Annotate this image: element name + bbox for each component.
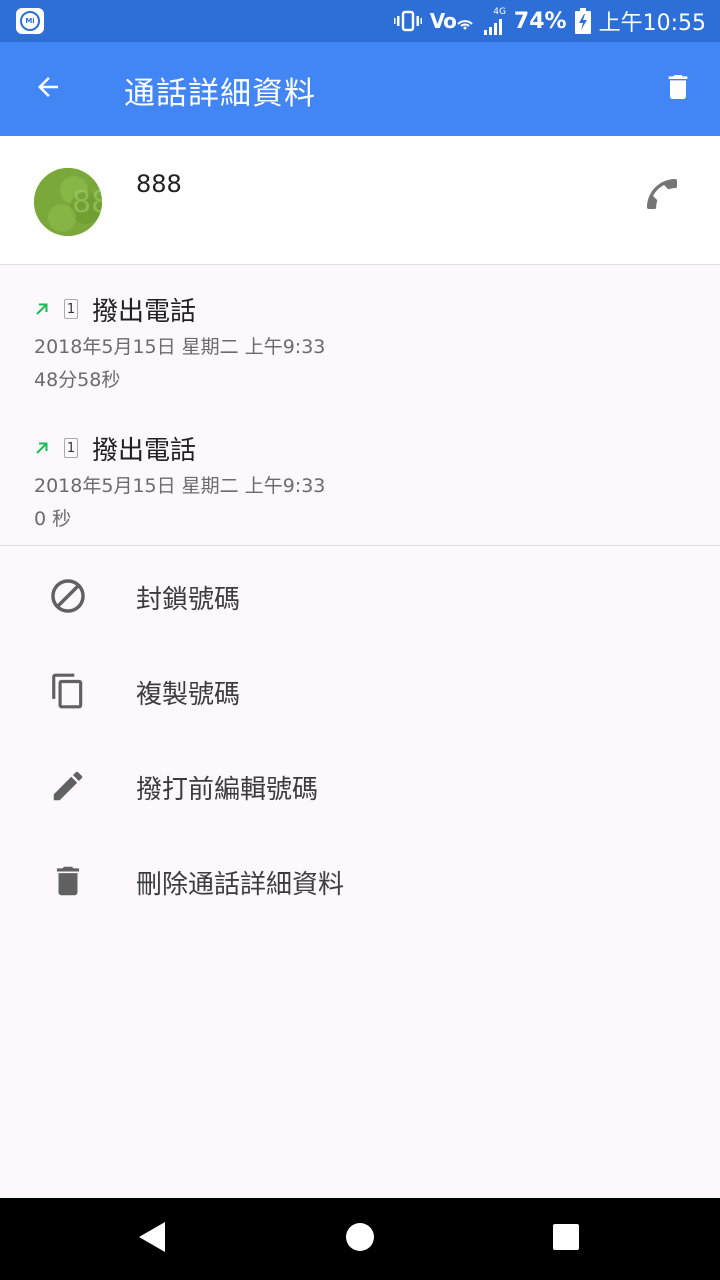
battery-charging-icon [574, 8, 591, 34]
sim-badge: 1 [64, 299, 78, 319]
nav-back-icon [137, 1220, 167, 1258]
sim-badge: 1 [64, 438, 78, 458]
svg-text:888: 888 [72, 185, 102, 220]
call-date: 2018年5月15日 星期二 上午9:33 [34, 475, 326, 497]
call-history-list: 1 撥出電話 2018年5月15日 星期二 上午9:33 48分58秒 1 撥出… [0, 265, 720, 546]
app-notification-icon: Mi [16, 8, 44, 34]
call-type: 撥出電話 [92, 435, 197, 466]
status-indicators: Vo 4G 74% 上午10:55 [393, 0, 706, 42]
network-type: 4G [493, 6, 506, 17]
vibrate-icon [393, 10, 422, 32]
volte-icon: Vo [430, 9, 474, 33]
volte-label: Vo [429, 9, 457, 33]
clock: 上午10:55 [598, 11, 706, 36]
call-duration: 0 秒 [34, 508, 72, 530]
action-label: 撥打前編輯號碼 [136, 775, 319, 805]
delete-button[interactable] [650, 65, 706, 113]
block-icon [44, 572, 92, 620]
outgoing-arrow-icon [34, 437, 56, 459]
back-button[interactable] [20, 65, 76, 113]
call-entry: 1 撥出電話 2018年5月15日 星期二 上午9:33 0 秒 [34, 428, 684, 548]
trash-icon [662, 71, 694, 107]
call-date: 2018年5月15日 星期二 上午9:33 [34, 336, 326, 358]
call-type: 撥出電話 [92, 296, 197, 327]
action-label: 複製號碼 [136, 680, 241, 710]
arrow-back-icon [33, 72, 63, 106]
nav-home-button[interactable] [330, 1214, 390, 1264]
nav-home-icon [345, 1222, 375, 1256]
navigation-bar [0, 1198, 720, 1280]
app-bar: 通話詳細資料 [0, 42, 720, 136]
action-label: 封鎖號碼 [136, 585, 241, 615]
call-entry: 1 撥出電話 2018年5月15日 星期二 上午9:33 48分58秒 [34, 289, 684, 409]
battery-percent: 74% [513, 8, 567, 34]
call-duration: 48分58秒 [34, 369, 121, 391]
contact-number: 888 [136, 170, 182, 198]
nav-recents-button[interactable] [536, 1214, 596, 1264]
delete-call-details-action[interactable]: 刪除通話詳細資料 [0, 833, 720, 928]
outgoing-arrow-icon [34, 298, 56, 320]
nav-back-button[interactable] [122, 1214, 182, 1264]
avatar[interactable]: 888 [34, 168, 102, 236]
trash-icon [44, 857, 92, 905]
phone-icon [642, 174, 682, 218]
copy-icon [44, 667, 92, 715]
contact-header: 888 888 [0, 136, 720, 265]
signal-icon: 4G [482, 6, 506, 35]
action-label: 刪除通話詳細資料 [136, 870, 345, 900]
call-button[interactable] [638, 172, 686, 220]
pencil-icon [44, 762, 92, 810]
status-bar: Mi Vo 4G 74% 上午10:55 [0, 0, 720, 42]
edit-before-call-action[interactable]: 撥打前編輯號碼 [0, 738, 720, 833]
nav-recents-icon [552, 1223, 580, 1255]
copy-number-action[interactable]: 複製號碼 [0, 643, 720, 738]
block-number-action[interactable]: 封鎖號碼 [0, 548, 720, 643]
page-title: 通話詳細資料 [124, 76, 316, 112]
